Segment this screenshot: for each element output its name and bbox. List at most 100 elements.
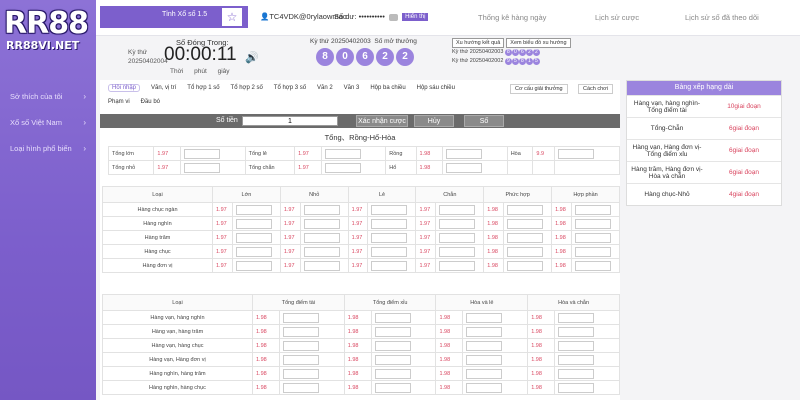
bet-input-cell[interactable]	[435, 230, 485, 245]
bet-input[interactable]	[439, 204, 476, 215]
tab-van-vi-tri[interactable]: Văn, vị trí	[151, 85, 176, 91]
bet-input-cell[interactable]	[462, 338, 529, 353]
bet-input-cell[interactable]	[367, 230, 417, 245]
bet-input-cell[interactable]	[180, 146, 246, 161]
bet-input-cell[interactable]	[503, 202, 553, 217]
bet-input-cell[interactable]	[320, 146, 387, 161]
bet-input-cell[interactable]	[367, 258, 417, 273]
tab-hop-ba-chieu[interactable]: Hộp ba chiều	[370, 85, 405, 91]
bet-input[interactable]	[439, 260, 476, 271]
tab-van-3[interactable]: Văn 3	[344, 85, 360, 91]
bet-input-cell[interactable]	[231, 258, 281, 273]
bet-input-cell[interactable]	[278, 352, 345, 367]
bet-input-cell[interactable]	[231, 230, 281, 245]
sidebar-item-favorites[interactable]: Sở thích của tôi ›	[0, 84, 96, 110]
bet-input-cell[interactable]	[370, 338, 437, 353]
bet-input[interactable]	[235, 218, 272, 229]
bet-input[interactable]	[557, 312, 594, 323]
how-to-play-button[interactable]: Cách chơi	[578, 84, 614, 94]
result-trend-button[interactable]: Xu hướng kết quả	[452, 38, 505, 48]
bet-input[interactable]	[282, 340, 319, 351]
bet-input-cell[interactable]	[435, 258, 485, 273]
bet-input[interactable]	[446, 148, 483, 159]
bet-input-cell[interactable]	[299, 258, 349, 273]
bet-input-cell[interactable]	[367, 202, 417, 217]
bet-input-cell[interactable]	[442, 160, 508, 175]
nav-bet-history[interactable]: Lịch sử cược	[595, 13, 639, 22]
bet-input[interactable]	[303, 218, 340, 229]
bet-input[interactable]	[282, 354, 319, 365]
game-title-bar[interactable]: Tỉnh Xổ số 1.5 ☆	[100, 6, 248, 28]
bet-input-cell[interactable]	[553, 338, 621, 353]
bet-input-cell[interactable]	[370, 366, 437, 381]
confirm-bet-button[interactable]: Xác nhận cược	[356, 115, 408, 127]
bet-input[interactable]	[507, 232, 544, 243]
bet-input-cell[interactable]	[299, 244, 349, 259]
bet-input-cell[interactable]	[231, 244, 281, 259]
bet-input[interactable]	[466, 354, 503, 365]
bet-input-cell[interactable]	[278, 324, 345, 339]
bet-input-cell[interactable]	[462, 310, 529, 325]
bet-input[interactable]	[371, 260, 408, 271]
bet-input-cell[interactable]	[570, 216, 621, 231]
bet-input[interactable]	[184, 162, 221, 173]
bet-input[interactable]	[558, 148, 595, 159]
trend-chart-button[interactable]: Xem biểu đồ xu hướng	[506, 38, 571, 48]
nav-daily-stats[interactable]: Thống kê hàng ngày	[478, 13, 546, 22]
bet-input[interactable]	[507, 204, 544, 215]
star-icon[interactable]: ☆	[222, 8, 242, 26]
bet-input-cell[interactable]	[278, 380, 345, 395]
bet-input-cell[interactable]	[435, 244, 485, 259]
bet-input[interactable]	[324, 148, 361, 159]
tab-to-hop-3[interactable]: Tổ hợp 3 số	[274, 85, 306, 91]
bet-input[interactable]	[235, 246, 272, 257]
prize-structure-button[interactable]: Cơ cấu giải thưởng	[510, 84, 568, 94]
tab-to-hop-2[interactable]: Tổ hợp 2 số	[231, 85, 263, 91]
bet-input[interactable]	[371, 218, 408, 229]
speaker-icon[interactable]: 🔊	[245, 51, 259, 64]
bet-input[interactable]	[374, 368, 411, 379]
bet-input[interactable]	[439, 218, 476, 229]
bet-input[interactable]	[574, 204, 611, 215]
bet-input-cell[interactable]	[180, 160, 246, 175]
bet-input-cell[interactable]	[570, 244, 621, 259]
cancel-button[interactable]: Hủy	[414, 115, 454, 127]
bet-input[interactable]	[374, 312, 411, 323]
bet-input-cell[interactable]	[554, 146, 620, 161]
bet-input[interactable]	[507, 260, 544, 271]
bet-input-cell[interactable]	[299, 216, 349, 231]
bet-input[interactable]	[374, 382, 411, 393]
bet-input-cell[interactable]	[462, 380, 529, 395]
bet-input-cell[interactable]	[299, 202, 349, 217]
bet-input[interactable]	[303, 232, 340, 243]
number-button[interactable]: Số	[464, 115, 504, 127]
bet-input[interactable]	[371, 204, 408, 215]
bet-input-cell[interactable]	[370, 310, 437, 325]
bet-input[interactable]	[282, 326, 319, 337]
bet-input[interactable]	[282, 368, 319, 379]
bet-input[interactable]	[574, 246, 611, 257]
bet-input[interactable]	[374, 354, 411, 365]
bet-input[interactable]	[374, 326, 411, 337]
bet-input-cell[interactable]	[278, 310, 345, 325]
bet-input-cell[interactable]	[370, 352, 437, 367]
bet-input-cell[interactable]	[553, 366, 621, 381]
bet-input-cell[interactable]	[553, 380, 621, 395]
bet-input-cell[interactable]	[435, 202, 485, 217]
tab-van-2[interactable]: Văn 2	[317, 85, 333, 91]
show-balance-button[interactable]: Hiển thị	[402, 13, 429, 22]
bet-input[interactable]	[324, 162, 361, 173]
bet-input[interactable]	[446, 162, 483, 173]
bet-input-cell[interactable]	[503, 258, 553, 273]
bet-input[interactable]	[303, 204, 340, 215]
bet-input[interactable]	[235, 232, 272, 243]
bet-input[interactable]	[374, 340, 411, 351]
bet-input-cell[interactable]	[503, 216, 553, 231]
bet-input-cell[interactable]	[442, 146, 508, 161]
sidebar-item-popular[interactable]: Loại hình phổ biến ›	[0, 136, 96, 162]
tab-to-hop-1[interactable]: Tổ hợp 1 số	[187, 85, 219, 91]
bet-input-cell[interactable]	[570, 230, 621, 245]
bet-input-cell[interactable]	[299, 230, 349, 245]
bet-input-cell[interactable]	[570, 258, 621, 273]
bet-input-cell[interactable]	[370, 380, 437, 395]
